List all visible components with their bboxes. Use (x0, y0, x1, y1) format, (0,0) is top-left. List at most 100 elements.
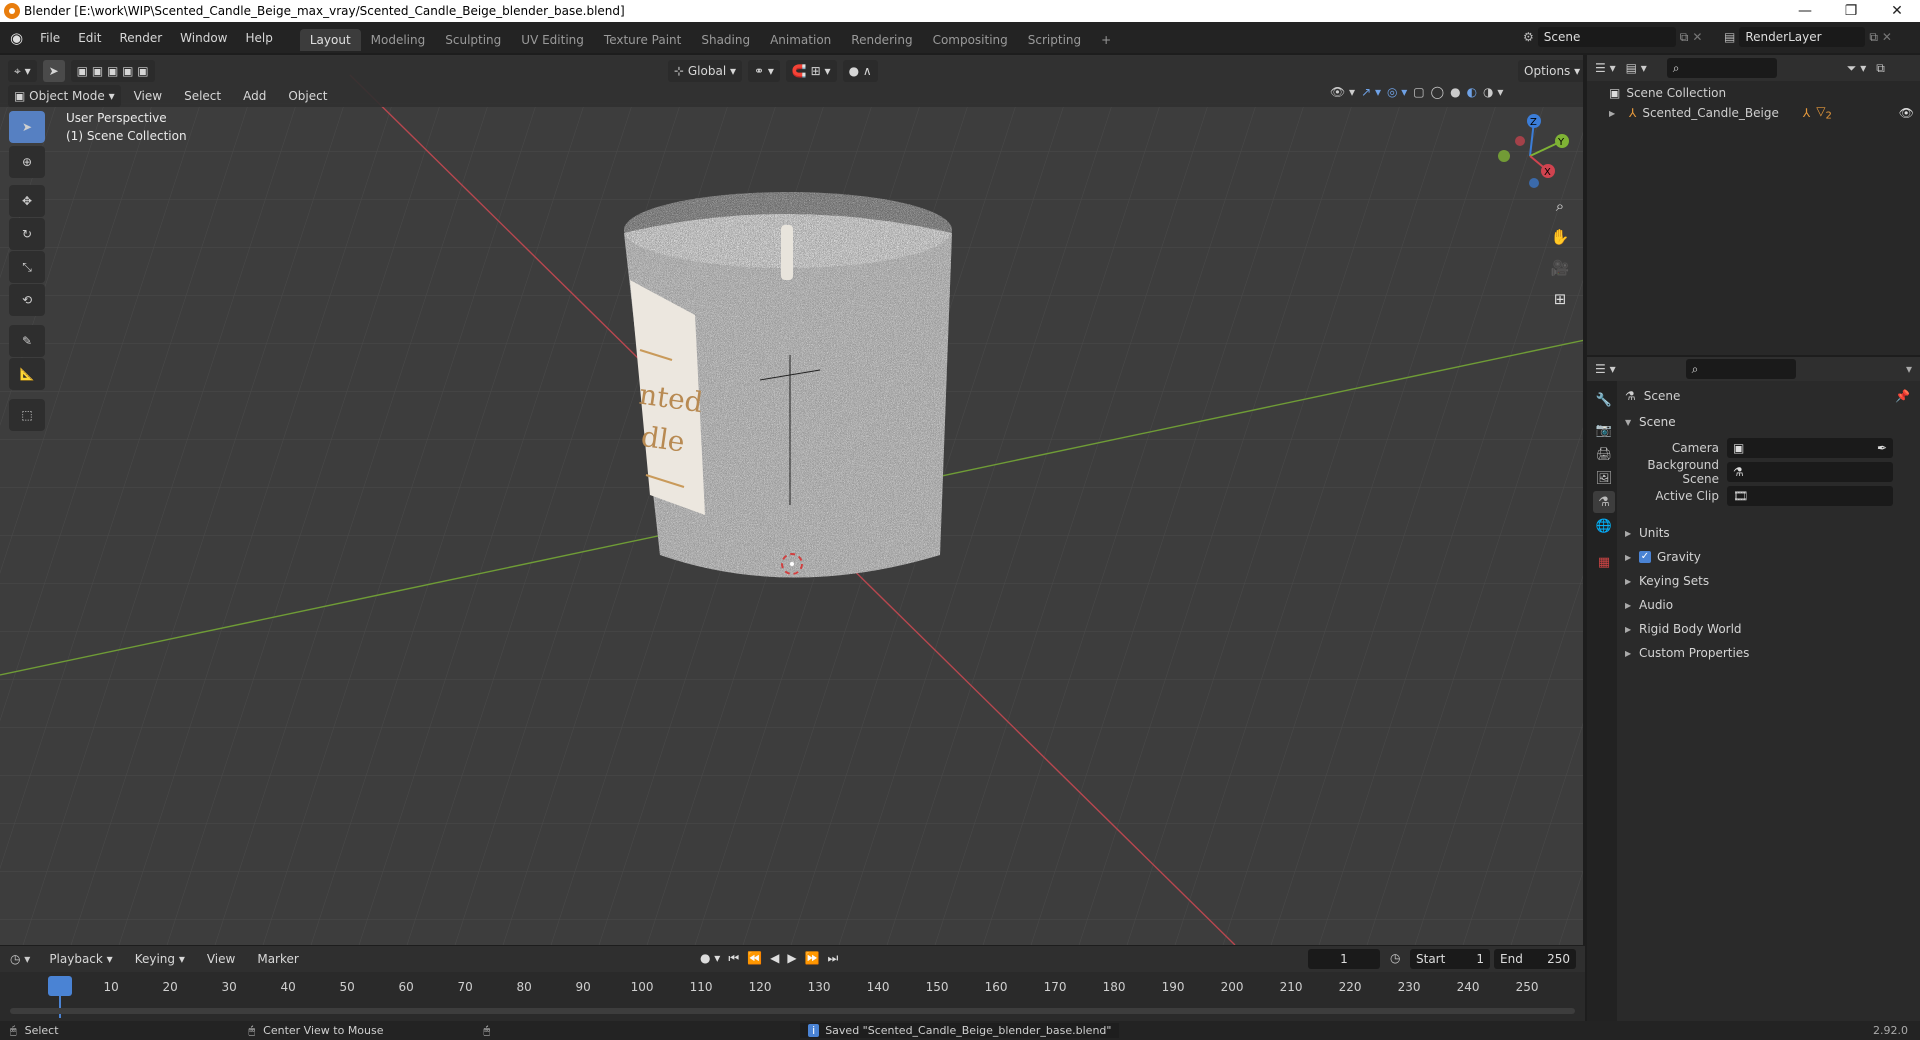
pan-hand-icon[interactable]: ✋ (1546, 223, 1574, 251)
background-scene-field[interactable]: ⚗ (1727, 462, 1893, 482)
gravity-checkbox[interactable]: ✓ (1639, 551, 1651, 563)
custom-properties-panel[interactable]: ▶ Custom Properties (1625, 642, 1915, 664)
xray-icon[interactable]: ▢ (1413, 85, 1424, 99)
annotate-tool-icon[interactable]: ✎ (9, 325, 45, 357)
rigid-body-world-panel[interactable]: ▶ Rigid Body World (1625, 618, 1915, 640)
tab-shading[interactable]: Shading (691, 29, 760, 51)
scene-panel-header[interactable]: ▼ Scene (1625, 411, 1915, 433)
snap-icon[interactable]: 🧲 ⊞ ▾ (785, 60, 837, 82)
pivot-icon[interactable]: ⚭ ▾ (748, 60, 780, 82)
zoom-icon[interactable]: ⌕ (1546, 192, 1574, 220)
scale-tool-icon[interactable]: ⤡ (9, 251, 45, 283)
new-collection-icon[interactable]: ⧉ (1876, 61, 1885, 76)
editor-type-icon[interactable]: ⌖ ▾ (8, 60, 37, 82)
new-scene-icon[interactable]: ⧉ (1680, 30, 1689, 45)
menu-render[interactable]: Render (110, 31, 171, 45)
gravity-panel[interactable]: ▶ ✓ Gravity (1625, 546, 1915, 568)
rotate-tool-icon[interactable]: ↻ (9, 218, 45, 250)
menu-file[interactable]: File (31, 31, 69, 45)
scene-tab-icon[interactable]: ⚗ (1593, 491, 1615, 513)
world-tab-icon[interactable]: 🌐 (1593, 515, 1615, 537)
move-tool-icon[interactable]: ✥ (9, 185, 45, 217)
properties-search-input[interactable]: ⌕ (1685, 359, 1796, 379)
new-layer-icon[interactable]: ⧉ (1869, 30, 1878, 45)
delete-layer-icon[interactable]: ✕ (1882, 30, 1892, 44)
visibility-eye-icon[interactable]: 👁 (1899, 106, 1914, 120)
texture-tab-icon[interactable]: ▦ (1593, 551, 1615, 573)
status-report[interactable]: i Saved "Scented_Candle_Beige_blender_ba… (800, 1023, 1120, 1038)
tab-scripting[interactable]: Scripting (1018, 29, 1091, 51)
tool-tab-icon[interactable]: 🔧 (1593, 389, 1615, 411)
active-clip-field[interactable]: 🎞 (1727, 486, 1893, 506)
tab-animation[interactable]: Animation (760, 29, 841, 51)
units-panel[interactable]: ▶ Units (1625, 522, 1915, 544)
timeline-scrollbar[interactable] (10, 1008, 1575, 1014)
tweak-tool-icon[interactable]: ➤ (9, 111, 45, 143)
transform-orientation-dropdown[interactable]: ⊹ Global ▾ (668, 60, 742, 82)
solid-shading-icon[interactable]: ● (1450, 85, 1460, 99)
options-dropdown[interactable]: Options ▾ (1518, 60, 1583, 82)
playhead[interactable] (48, 976, 72, 996)
viewport-menu-object[interactable]: Object (279, 89, 336, 103)
gizmo-toggle-icon[interactable]: ↗ ▾ (1361, 85, 1381, 99)
navigation-gizmo[interactable]: Z Y X (1490, 111, 1570, 191)
wireframe-shading-icon[interactable]: ◯ (1431, 85, 1444, 99)
keying-sets-panel[interactable]: ▶ Keying Sets (1625, 570, 1915, 592)
outliner-item-label[interactable]: Scented_Candle_Beige (1642, 106, 1779, 120)
rendered-shading-icon[interactable]: ◑ ▾ (1483, 85, 1503, 99)
viewport-menu-select[interactable]: Select (175, 89, 230, 103)
filter-icon[interactable]: ⏷ ▾ (1847, 61, 1866, 76)
menu-edit[interactable]: Edit (69, 31, 110, 45)
audio-panel[interactable]: ▶ Audio (1625, 594, 1915, 616)
select-tool-icon[interactable]: ➤ (42, 60, 65, 82)
menu-window[interactable]: Window (171, 31, 236, 45)
object-mode-dropdown[interactable]: ▣ Object Mode ▾ (8, 85, 121, 107)
scene-selector[interactable]: Scene (1537, 27, 1676, 47)
tab-rendering[interactable]: Rendering (841, 29, 922, 51)
candle-object[interactable]: nted dle (624, 192, 952, 578)
tab-texture-paint[interactable]: Texture Paint (594, 29, 691, 51)
expand-icon[interactable]: ▶ (1609, 109, 1623, 118)
pin-icon[interactable]: 📌 (1895, 389, 1910, 403)
viewport-menu-add[interactable]: Add (234, 89, 275, 103)
transform-tool-icon[interactable]: ⟲ (9, 284, 45, 316)
close-button[interactable]: ✕ (1874, 0, 1920, 22)
3d-viewport[interactable]: nted dle ⌖ ▾ ➤ ▣ ▣ ▣ ▣ ▣ ⊹ Global ▾ ⚭ ▾ … (0, 55, 1585, 945)
ortho-grid-icon[interactable]: ⊞ (1546, 285, 1574, 313)
tab-sculpting[interactable]: Sculpting (435, 29, 511, 51)
display-mode-icon[interactable]: ▤ ▾ (1626, 61, 1647, 75)
viewport-menu-view[interactable]: View (125, 89, 171, 103)
menu-help[interactable]: Help (237, 31, 282, 45)
selection-mode-icons[interactable]: ▣ ▣ ▣ ▣ ▣ (70, 60, 155, 82)
camera-view-icon[interactable]: 🎥 (1546, 254, 1574, 282)
outliner-editor-icon[interactable]: ☰ ▾ (1595, 61, 1616, 75)
measure-tool-icon[interactable]: 📐 (9, 358, 45, 390)
tab-uv-editing[interactable]: UV Editing (511, 29, 594, 51)
visibility-icon[interactable]: 👁 ▾ (1330, 85, 1355, 99)
scene-collection-label[interactable]: Scene Collection (1626, 86, 1726, 100)
add-cube-tool-icon[interactable]: ⬚ (9, 399, 45, 431)
properties-options-icon[interactable]: ▾ (1906, 362, 1912, 376)
camera-field[interactable]: ▣ ✒ (1727, 438, 1893, 458)
proportional-edit-icon[interactable]: ● ∧ (842, 60, 878, 82)
tab-compositing[interactable]: Compositing (923, 29, 1018, 51)
render-tab-icon[interactable]: 📷 (1593, 419, 1615, 441)
output-tab-icon[interactable]: 🖨 (1593, 443, 1615, 465)
minimize-button[interactable]: — (1782, 0, 1828, 22)
eyedropper-icon[interactable]: ✒ (1877, 441, 1887, 455)
blender-menu-icon[interactable]: ◉ (10, 29, 23, 47)
renderlayer-selector[interactable]: RenderLayer (1739, 27, 1866, 47)
outliner-search-input[interactable]: ⌕ (1666, 58, 1777, 78)
tab-modeling[interactable]: Modeling (361, 29, 436, 51)
material-shading-icon[interactable]: ◐ (1467, 85, 1477, 99)
cursor-tool-icon[interactable]: ⊕ (9, 146, 45, 178)
add-workspace-button[interactable]: + (1091, 29, 1121, 51)
tab-layout[interactable]: Layout (299, 29, 361, 51)
title-bar: Blender [E:\work\WIP\Scented_Candle_Beig… (0, 0, 1920, 22)
delete-scene-icon[interactable]: ✕ (1692, 30, 1702, 44)
maximize-button[interactable]: ❐ (1828, 0, 1874, 22)
overlay-toggle-icon[interactable]: ◎ ▾ (1387, 85, 1407, 99)
view-layer-tab-icon[interactable]: 🖼 (1593, 467, 1615, 489)
properties-editor-icon[interactable]: ☰ ▾ (1595, 362, 1616, 376)
outliner-row[interactable]: ▶ ⅄ Scented_Candle_Beige ⅄ ▽2 👁 (1609, 103, 1914, 123)
